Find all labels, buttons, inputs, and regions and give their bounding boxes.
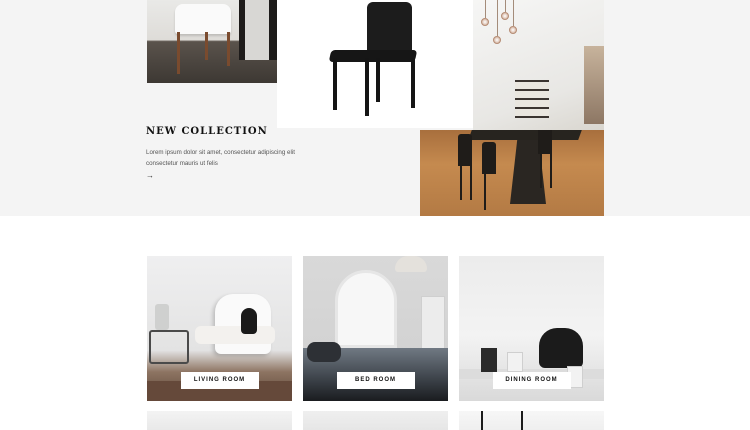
pendant-lamp <box>493 36 501 44</box>
bookshelf-shape <box>515 80 549 118</box>
lamp-stem-shape <box>481 411 483 430</box>
vase-shape <box>155 304 169 330</box>
pendant-lamp-shape <box>395 256 427 272</box>
category-card-partial[interactable] <box>147 411 292 430</box>
living-room-button[interactable]: LIVING ROOM <box>180 372 259 389</box>
white-chair-shape <box>175 4 231 34</box>
hero-photo-dining-interior <box>473 0 604 130</box>
pendant-lamp <box>501 12 509 20</box>
lamp-stem-shape <box>521 411 523 430</box>
chair-leg <box>205 32 208 60</box>
wall-art-shape <box>584 46 604 124</box>
hero-section: NEW COLLECTION Lorem ipsum dolor sit ame… <box>0 0 750 216</box>
chair-leg <box>227 32 230 66</box>
pendant-wire <box>497 0 498 36</box>
cup-shape <box>481 348 497 372</box>
pendant-wire <box>505 0 506 12</box>
hero-description: Lorem ipsum dolor sit amet, consectetur … <box>146 149 295 167</box>
dining-table-top <box>468 130 582 140</box>
pendant-wire <box>485 0 486 18</box>
mirror-shape <box>239 0 277 60</box>
category-card-living-room[interactable]: LIVING ROOM <box>147 256 292 401</box>
bed-room-button[interactable]: BED ROOM <box>336 372 415 389</box>
black-chair-leg <box>365 58 369 116</box>
side-table-shape <box>149 330 189 364</box>
dining-room-button[interactable]: DINING ROOM <box>492 372 571 389</box>
dining-chair-leg <box>540 148 542 188</box>
pillow-shape <box>307 342 341 362</box>
category-card-partial[interactable] <box>459 411 604 430</box>
pendant-lamp <box>481 18 489 26</box>
category-card-dining-room[interactable]: DINING ROOM <box>459 256 604 401</box>
dining-chair-leg <box>550 148 552 188</box>
black-chair-leg <box>333 58 337 110</box>
dining-chair-leg <box>460 160 462 200</box>
hero-title: NEW COLLECTION <box>146 126 268 137</box>
arrow-right-icon[interactable]: → <box>146 171 154 180</box>
arched-window-shape <box>335 270 397 348</box>
hero-photo-dining-table <box>420 130 604 216</box>
black-chair-leg <box>411 58 415 108</box>
pendant-wire <box>513 0 514 26</box>
black-chair-back <box>367 2 412 54</box>
pendant-lamp <box>509 26 517 34</box>
ottoman-shape <box>195 326 275 344</box>
dining-chair-leg <box>484 170 486 210</box>
chair-leg <box>177 32 180 74</box>
hero-photo-white-chair <box>147 0 277 83</box>
kettle-shape <box>539 328 583 368</box>
category-card-partial[interactable] <box>303 411 448 430</box>
cat-figure-shape <box>241 308 257 334</box>
cup-shape <box>507 352 523 372</box>
category-card-bed-room[interactable]: BED ROOM <box>303 256 448 401</box>
black-chair-leg <box>376 58 380 102</box>
dining-chair-leg <box>470 160 472 200</box>
black-chair-seat <box>328 50 418 62</box>
